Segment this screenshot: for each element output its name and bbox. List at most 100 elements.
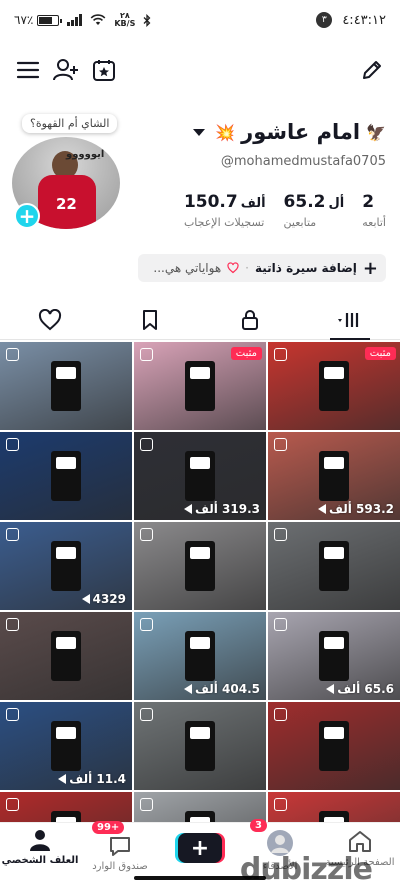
select-checkbox-icon[interactable] [6, 798, 19, 811]
calendar-star-icon[interactable] [90, 56, 118, 84]
stat-following[interactable]: 2 أتابعه [362, 192, 386, 229]
pinned-badge: مثبت [364, 347, 396, 360]
menu-icon[interactable] [14, 56, 42, 84]
pinned-badge: مثبت [230, 347, 262, 360]
select-checkbox-icon[interactable] [140, 618, 153, 631]
video-tile[interactable] [0, 792, 132, 822]
add-avatar-button[interactable]: + [14, 203, 40, 229]
select-checkbox-icon[interactable] [274, 798, 287, 811]
interests-button[interactable]: هواياتي هي... [153, 261, 221, 275]
video-tile[interactable] [134, 792, 266, 822]
select-checkbox-icon[interactable] [140, 528, 153, 541]
eagle-icon: 🦅 [366, 122, 386, 142]
view-count: 11.4 ألف [58, 772, 126, 786]
select-checkbox-icon[interactable] [274, 348, 287, 361]
select-checkbox-icon[interactable] [6, 708, 19, 721]
battery-icon [37, 14, 63, 26]
select-checkbox-icon[interactable] [6, 348, 19, 361]
bio-separator: · [245, 261, 249, 275]
create-plus-icon[interactable]: + [178, 833, 222, 863]
select-checkbox-icon[interactable] [274, 708, 287, 721]
select-checkbox-icon[interactable] [140, 798, 153, 811]
play-icon [326, 684, 335, 694]
video-tile[interactable]: 65.6 ألف [268, 612, 400, 700]
add-bio-plus-icon: + [362, 257, 378, 279]
view-count-text: 11.4 ألف [69, 772, 126, 786]
video-tile[interactable] [268, 702, 400, 790]
dubizzle-watermark: dubizzle [239, 852, 373, 887]
select-checkbox-icon[interactable] [140, 348, 153, 361]
video-tile[interactable] [0, 432, 132, 520]
select-checkbox-icon[interactable] [6, 618, 19, 631]
select-checkbox-icon[interactable] [274, 438, 287, 451]
video-tile[interactable] [134, 702, 266, 790]
watermark-text: dubizzle [239, 852, 373, 887]
home-icon [349, 831, 371, 852]
video-tile[interactable]: 404.5 ألف [134, 612, 266, 700]
name-row[interactable]: 🦅 امام عاشور 💥 [193, 120, 386, 144]
video-tile[interactable] [268, 792, 400, 822]
stat-followers[interactable]: أل 65.2 متابعين [284, 192, 345, 229]
view-count: 319.3 ألف [183, 502, 260, 516]
thumbnail-phone-graphic [319, 541, 349, 591]
nav-profile-label: العلف الشخصي [1, 855, 79, 866]
video-tile[interactable]: 11.4 ألف [0, 702, 132, 790]
thumbnail-phone-graphic [51, 811, 81, 822]
tab-private[interactable] [200, 300, 300, 339]
video-tile[interactable] [134, 522, 266, 610]
heart-icon [38, 308, 62, 330]
add-friend-icon[interactable] [52, 56, 80, 84]
inbox-icon [110, 837, 130, 856]
view-count-text: 319.3 ألف [194, 502, 260, 516]
select-checkbox-icon[interactable] [6, 438, 19, 451]
video-tile[interactable]: مثبت [134, 342, 266, 430]
bluetooth-icon [143, 13, 151, 27]
network-speed: ٢٨ KB/S [114, 11, 136, 28]
thumbnail-phone-graphic [51, 451, 81, 501]
avatar-banner-text: ايووووو [66, 149, 105, 160]
grid-bars-icon [338, 312, 359, 327]
tab-liked[interactable] [0, 300, 100, 339]
nav-profile[interactable]: العلف الشخصي [0, 823, 80, 888]
stat-likes[interactable]: ألف 150.7 تسجيلات الإعجاب [184, 192, 266, 229]
video-tile[interactable] [268, 522, 400, 610]
lock-icon [242, 309, 258, 330]
status-bubble[interactable]: الشاي أم القهوة؟ [22, 114, 118, 133]
nav-inbox-label: صندوق الوارد [92, 861, 148, 872]
select-checkbox-icon[interactable] [274, 528, 287, 541]
thumbnail-phone-graphic [319, 361, 349, 411]
thumbnail-phone-graphic [185, 451, 215, 501]
tab-saved[interactable] [100, 300, 200, 339]
clock: ٤:٤٣:١٢ [342, 12, 386, 28]
play-icon [317, 504, 326, 514]
edit-pencil-icon[interactable] [358, 56, 386, 84]
bio-row[interactable]: + إضافة سيرة ذاتية · هواياتي هي... [138, 254, 386, 282]
heart-outline-icon [227, 262, 239, 274]
thumbnail-phone-graphic [185, 361, 215, 411]
thumbnail-phone-graphic [51, 631, 81, 681]
status-right: ٣ ٤:٤٣:١٢ [316, 12, 386, 28]
video-tile[interactable]: مثبت [268, 342, 400, 430]
bookmark-icon [143, 309, 157, 330]
video-tile[interactable] [0, 612, 132, 700]
play-icon [183, 504, 192, 514]
select-checkbox-icon[interactable] [140, 438, 153, 451]
video-tile[interactable]: 4329 [0, 522, 132, 610]
view-count: 4329 [81, 592, 126, 606]
view-count: 593.2 ألف [317, 502, 394, 516]
video-tile[interactable]: 593.2 ألف [268, 432, 400, 520]
select-checkbox-icon[interactable] [140, 708, 153, 721]
select-checkbox-icon[interactable] [274, 618, 287, 631]
play-icon [81, 594, 90, 604]
video-tile[interactable] [0, 342, 132, 430]
thumbnail-phone-graphic [319, 721, 349, 771]
video-tile[interactable]: 319.3 ألف [134, 432, 266, 520]
thumbnail-phone-graphic [185, 721, 215, 771]
thumbnail-phone-graphic [185, 631, 215, 681]
status-bar: ٦٧٪ ٢٨ KB/S ٣ ٤:٤٣:١٢ [0, 0, 400, 40]
account-switch-chevron-icon[interactable] [193, 128, 206, 136]
tab-videos[interactable] [300, 300, 400, 340]
select-checkbox-icon[interactable] [6, 528, 19, 541]
add-bio-button[interactable]: إضافة سيرة ذاتية [255, 261, 357, 275]
display-name: امام عاشور [241, 120, 361, 144]
